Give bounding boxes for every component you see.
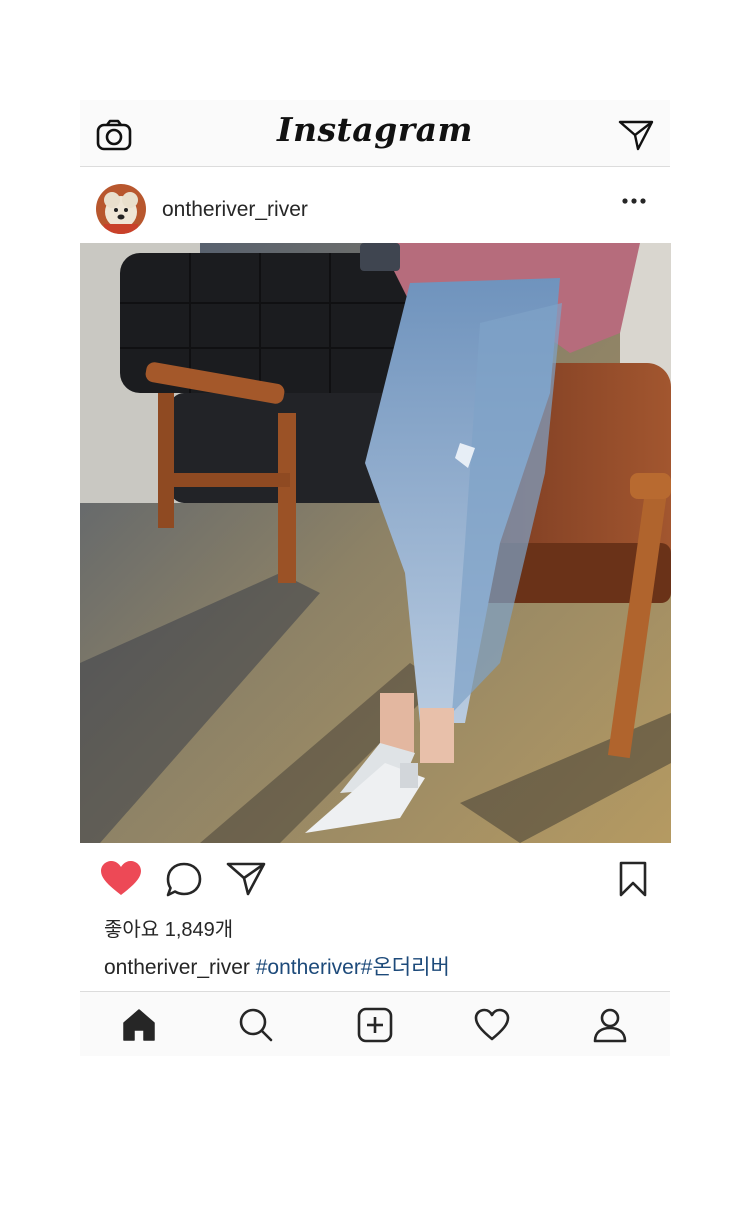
top-bar: Instagram: [80, 100, 670, 167]
instagram-post-card: Instagram ontheriver_river 좋아요 1,849개 on…: [80, 100, 671, 1056]
comment-bubble-icon[interactable]: [164, 861, 204, 899]
paper-plane-icon[interactable]: [618, 119, 654, 151]
post-username[interactable]: ontheriver_river: [162, 198, 308, 222]
home-icon[interactable]: [120, 1006, 158, 1044]
profile-icon[interactable]: [591, 1006, 629, 1044]
post-actions: [80, 843, 670, 911]
caption-username[interactable]: ontheriver_river: [104, 956, 250, 979]
post-header: ontheriver_river: [80, 167, 670, 243]
activity-heart-icon[interactable]: [473, 1006, 511, 1044]
bookmark-icon[interactable]: [618, 861, 648, 897]
bottom-tab-bar: [80, 991, 670, 1056]
avatar[interactable]: [96, 184, 146, 234]
post-caption: ontheriver_river #ontheriver#온더리버: [80, 949, 670, 991]
add-post-icon[interactable]: [356, 1006, 394, 1044]
caption-hashtags[interactable]: #ontheriver#온더리버: [256, 956, 450, 979]
post-photo[interactable]: [80, 243, 671, 843]
like-heart-icon[interactable]: [100, 861, 142, 897]
likes-count[interactable]: 좋아요 1,849개: [80, 911, 670, 949]
more-dots-icon[interactable]: [622, 197, 646, 205]
search-icon[interactable]: [237, 1006, 275, 1044]
share-paper-plane-icon[interactable]: [226, 861, 266, 897]
instagram-logo: Instagram: [277, 110, 473, 149]
